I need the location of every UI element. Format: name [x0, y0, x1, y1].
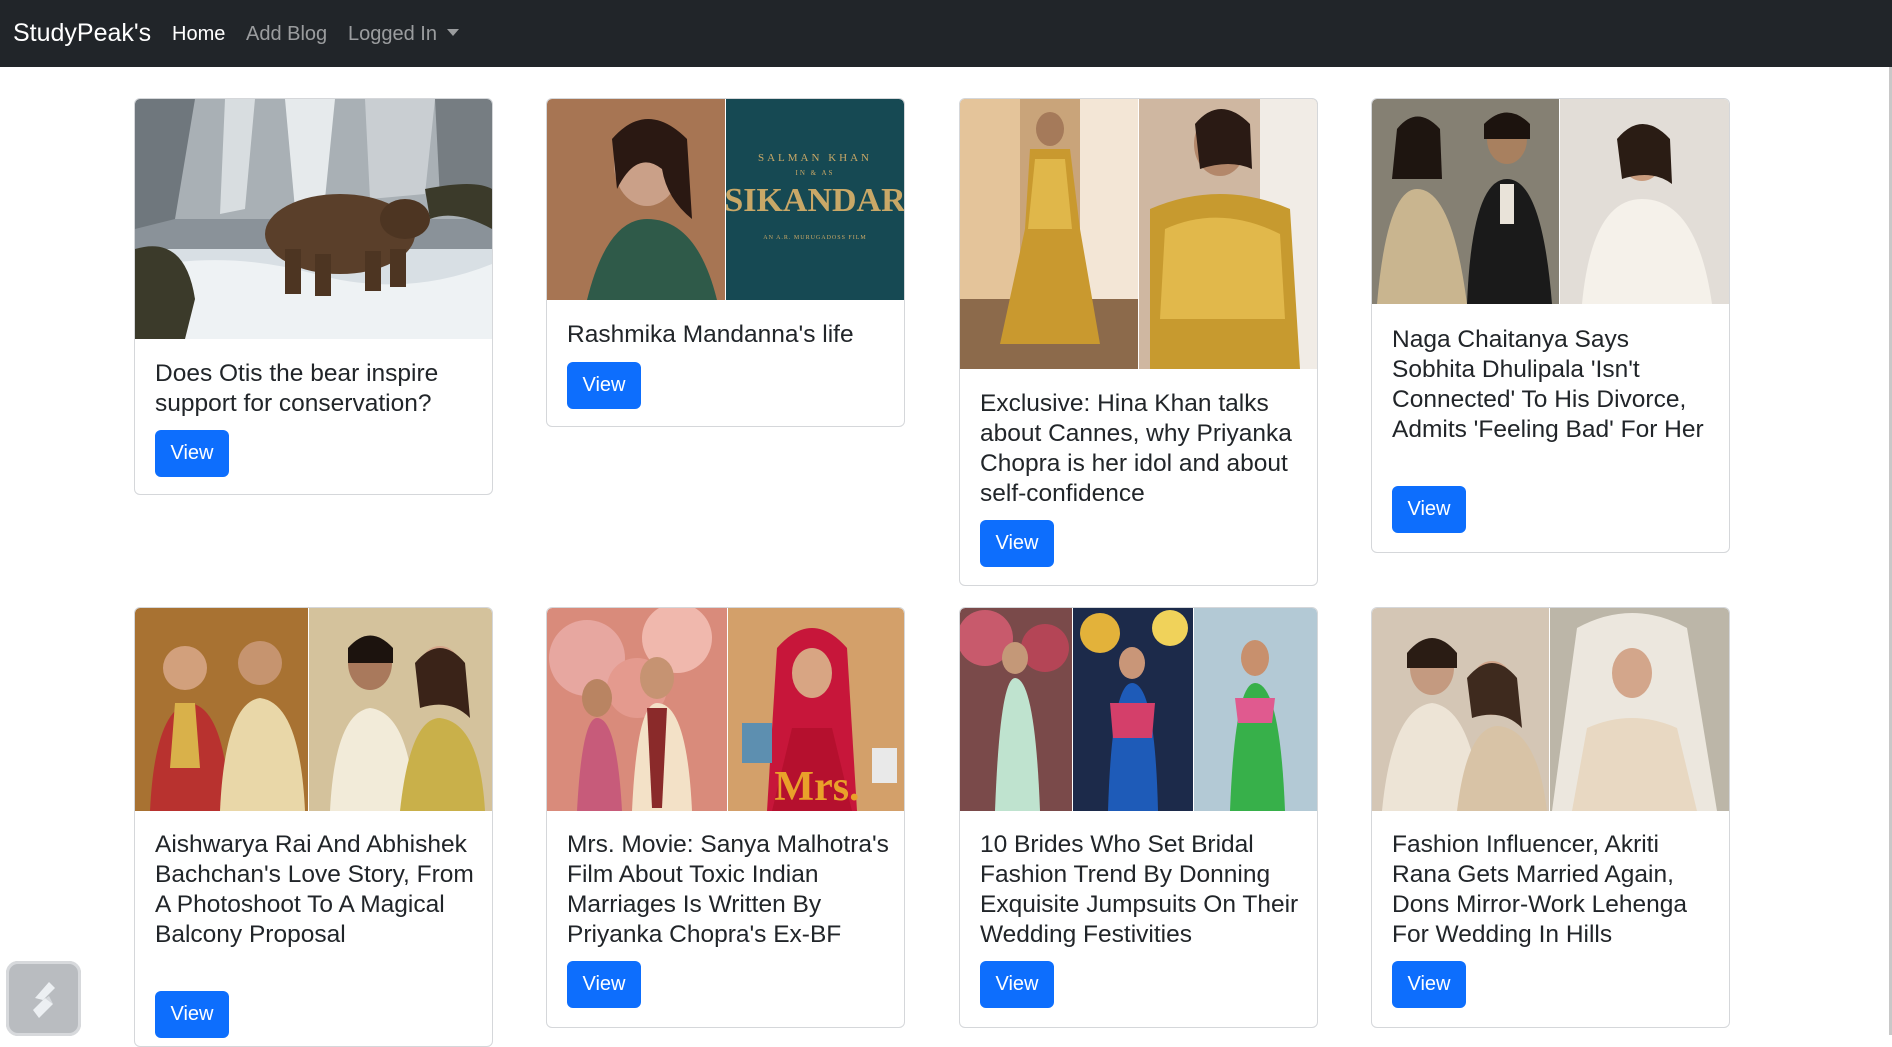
- card-title[interactable]: Does Otis the bear inspire support for c…: [155, 359, 481, 419]
- card-image-rashmika: SALMAN KHAN IN & AS SIKANDAR AN A.R. MUR…: [547, 99, 904, 300]
- card-title[interactable]: 10 Brides Who Set Bridal Fashion Trend B…: [980, 830, 1306, 950]
- card-title[interactable]: Fashion Influencer, Akriti Rana Gets Mar…: [1392, 830, 1718, 950]
- top-navbar: StudyPeak's Home Add Blog Logged In: [0, 0, 1892, 67]
- blog-card: Mrs. Mrs. Movie: Sanya Malhotra's Film A…: [546, 607, 905, 1028]
- brand-logo-text[interactable]: StudyPeak's: [13, 17, 151, 49]
- nav-logged-in-dropdown[interactable]: Logged In: [348, 21, 459, 47]
- floating-widget-button[interactable]: [6, 961, 81, 1036]
- card-image-aishwarya-abhishek: [135, 608, 492, 811]
- view-button[interactable]: View: [1392, 486, 1466, 533]
- blog-card: 10 Brides Who Set Bridal Fashion Trend B…: [959, 607, 1318, 1028]
- card-image-bear: [135, 99, 492, 339]
- view-button[interactable]: View: [980, 961, 1054, 1008]
- card-title[interactable]: Exclusive: Hina Khan talks about Cannes,…: [980, 389, 1306, 509]
- view-button[interactable]: View: [567, 961, 641, 1008]
- view-button[interactable]: View: [1392, 961, 1466, 1008]
- blog-card: Does Otis the bear inspire support for c…: [134, 98, 493, 495]
- nav-add-blog-link[interactable]: Add Blog: [246, 21, 327, 47]
- view-button[interactable]: View: [567, 362, 641, 409]
- card-image-naga-chaitanya: [1372, 99, 1729, 304]
- poster-main-text: SIKANDAR: [724, 182, 904, 219]
- card-title[interactable]: Rashmika Mandanna's life: [567, 320, 893, 350]
- poster-sub-text: AN A.R. MURUGADOSS FILM: [763, 235, 867, 241]
- view-button[interactable]: View: [155, 991, 229, 1038]
- blog-card: SALMAN KHAN IN & AS SIKANDAR AN A.R. MUR…: [546, 98, 905, 427]
- nav-logged-in-label: Logged In: [348, 23, 437, 45]
- chevron-down-icon: [446, 29, 459, 36]
- view-button[interactable]: View: [980, 520, 1054, 567]
- card-image-brides-jumpsuits: [960, 608, 1317, 811]
- poster-title-text: Mrs.: [774, 764, 859, 810]
- card-image-mrs-movie: Mrs.: [547, 608, 904, 811]
- blog-card: Aishwarya Rai And Abhishek Bachchan's Lo…: [134, 607, 493, 1047]
- view-button[interactable]: View: [155, 430, 229, 477]
- poster-top-text: SALMAN KHAN: [758, 152, 872, 164]
- blog-card: Fashion Influencer, Akriti Rana Gets Mar…: [1371, 607, 1730, 1028]
- blog-card: Naga Chaitanya Says Sobhita Dhulipala 'I…: [1371, 98, 1730, 553]
- card-image-hina-khan: [960, 99, 1317, 369]
- blog-card: Exclusive: Hina Khan talks about Cannes,…: [959, 98, 1318, 586]
- lightning-logo-icon: [32, 981, 55, 1018]
- nav-home-link[interactable]: Home: [172, 21, 225, 47]
- poster-middle-text: IN & AS: [796, 169, 835, 177]
- card-title[interactable]: Naga Chaitanya Says Sobhita Dhulipala 'I…: [1392, 325, 1718, 445]
- card-title[interactable]: Aishwarya Rai And Abhishek Bachchan's Lo…: [155, 830, 481, 950]
- card-title[interactable]: Mrs. Movie: Sanya Malhotra's Film About …: [567, 830, 893, 950]
- card-image-akriti-rana: [1372, 608, 1729, 811]
